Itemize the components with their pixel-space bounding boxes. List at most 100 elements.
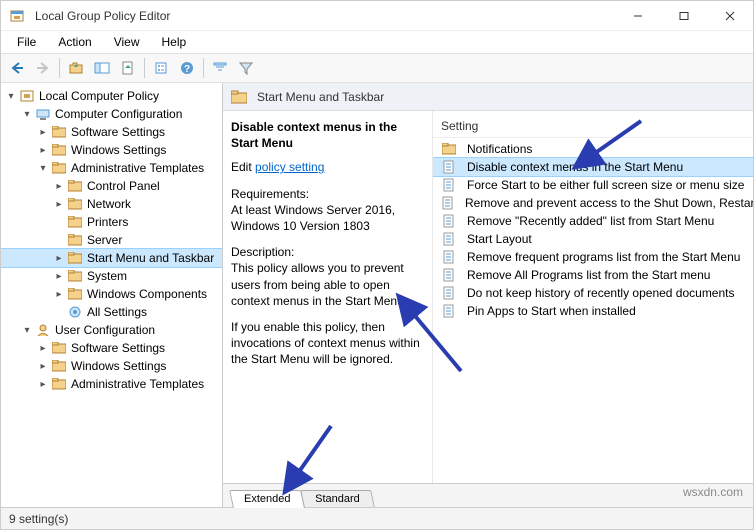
folder-icon [231,90,247,104]
policy-setting-icon [441,304,457,318]
folder-icon [51,143,67,157]
list-item-label: Remove and prevent access to the Shut Do… [465,196,753,210]
app-icon [9,9,25,23]
expander-icon[interactable]: ▸ [35,127,51,138]
tree-label: Printers [87,215,128,229]
expander-icon[interactable]: ▸ [51,181,67,192]
list-item[interactable]: Disable context menus in the Start Menu [433,158,753,176]
list-item[interactable]: Force Start to be either full screen siz… [433,176,753,194]
show-hide-tree-button[interactable] [90,56,114,80]
tree-item[interactable]: ▸ Control Panel [1,177,222,195]
tree-item[interactable]: ▸ System [1,267,222,285]
toolbar: ? [1,53,753,83]
tree-label: Windows Components [87,287,207,301]
settings-icon [67,305,83,319]
tree-panel[interactable]: ▾ Local Computer Policy ▾ Computer Confi… [1,83,223,507]
description-text: If you enable this policy, then invocati… [231,319,422,368]
tree-item[interactable]: ▸ Software Settings [1,339,222,357]
folder-icon [441,142,457,156]
tree-admin-templates[interactable]: ▾ Administrative Templates [1,159,222,177]
tree-item[interactable]: ▸ All Settings [1,303,222,321]
tree-label: Windows Settings [71,359,166,373]
maximize-button[interactable] [661,1,707,31]
expander-icon[interactable]: ▾ [35,163,51,174]
list-item[interactable]: Start Layout [433,230,753,248]
policy-icon [19,89,35,103]
policy-setting-icon [441,214,457,228]
expander-icon[interactable]: ▸ [51,289,67,300]
menu-file[interactable]: File [7,33,46,51]
expander-icon[interactable]: ▾ [3,91,19,102]
folder-icon [67,179,83,193]
setting-list[interactable]: Setting Notifications Disable context men… [433,111,753,483]
tree-label: Control Panel [87,179,160,193]
list-item[interactable]: Pin Apps to Start when installed [433,302,753,320]
tree-item[interactable]: ▸ Administrative Templates [1,375,222,393]
tree-computer-config[interactable]: ▾ Computer Configuration [1,105,222,123]
policy-setting-icon [441,178,457,192]
minimize-button[interactable] [615,1,661,31]
menu-action[interactable]: Action [48,33,101,51]
requirements-text: Windows 10 Version 1803 [231,218,422,234]
expander-icon[interactable]: ▸ [51,271,67,282]
menu-help[interactable]: Help [152,33,197,51]
back-button[interactable] [5,56,29,80]
tree-root[interactable]: ▾ Local Computer Policy [1,87,222,105]
export-list-button[interactable] [116,56,140,80]
expander-icon[interactable]: ▾ [19,325,35,336]
forward-button[interactable] [31,56,55,80]
funnel-button[interactable] [234,56,258,80]
tab-strip: Extended Standard [223,483,753,507]
edit-policy-link[interactable]: policy setting [255,160,324,174]
folder-icon [51,125,67,139]
list-item-label: Remove All Programs list from the Start … [467,268,710,282]
properties-button[interactable] [149,56,173,80]
tree-label: Local Computer Policy [39,89,159,103]
list-item[interactable]: Remove All Programs list from the Start … [433,266,753,284]
expander-icon[interactable]: ▸ [35,379,51,390]
tree-item[interactable]: ▸ Windows Components [1,285,222,303]
tree-user-config[interactable]: ▾ User Configuration [1,321,222,339]
list-item-label: Remove frequent programs list from the S… [467,250,740,264]
list-item[interactable]: Remove frequent programs list from the S… [433,248,753,266]
tab-standard[interactable]: Standard [301,490,375,507]
tree-item[interactable]: ▸ Software Settings [1,123,222,141]
list-item[interactable]: Remove "Recently added" list from Start … [433,212,753,230]
tab-extended[interactable]: Extended [229,490,305,508]
content-header: Start Menu and Taskbar [223,83,753,111]
help-button[interactable]: ? [175,56,199,80]
expander-icon[interactable]: ▸ [35,145,51,156]
list-item-label: Disable context menus in the Start Menu [467,160,683,174]
expander-icon[interactable]: ▸ [35,361,51,372]
column-header-setting[interactable]: Setting [433,115,753,138]
folder-icon [67,287,83,301]
tree-label: Administrative Templates [71,377,204,391]
menu-view[interactable]: View [104,33,150,51]
up-button[interactable] [64,56,88,80]
close-button[interactable] [707,1,753,31]
status-bar: 9 setting(s) [1,507,753,529]
user-icon [35,323,51,337]
description-heading: Description: [231,244,422,260]
list-item[interactable]: Remove and prevent access to the Shut Do… [433,194,753,212]
tree-item[interactable]: ▸ Network [1,195,222,213]
expander-icon[interactable]: ▾ [19,109,35,120]
tree-item[interactable]: ▸ Printers [1,213,222,231]
expander-icon[interactable]: ▸ [51,199,67,210]
folder-icon [67,215,83,229]
filter-button[interactable] [208,56,232,80]
list-item-label: Force Start to be either full screen siz… [467,178,744,192]
tree-item[interactable]: ▸ Server [1,231,222,249]
tree-start-menu-taskbar[interactable]: ▸ Start Menu and Taskbar [1,249,222,267]
tree-item[interactable]: ▸ Windows Settings [1,357,222,375]
tree-label: Start Menu and Taskbar [87,251,214,265]
folder-icon [67,233,83,247]
expander-icon[interactable]: ▸ [35,343,51,354]
list-item[interactable]: Do not keep history of recently opened d… [433,284,753,302]
list-item[interactable]: Notifications [433,140,753,158]
tree-item[interactable]: ▸ Windows Settings [1,141,222,159]
edit-label: Edit [231,160,255,174]
requirements-heading: Requirements: [231,186,422,202]
expander-icon[interactable]: ▸ [51,253,67,264]
folder-icon [51,359,67,373]
